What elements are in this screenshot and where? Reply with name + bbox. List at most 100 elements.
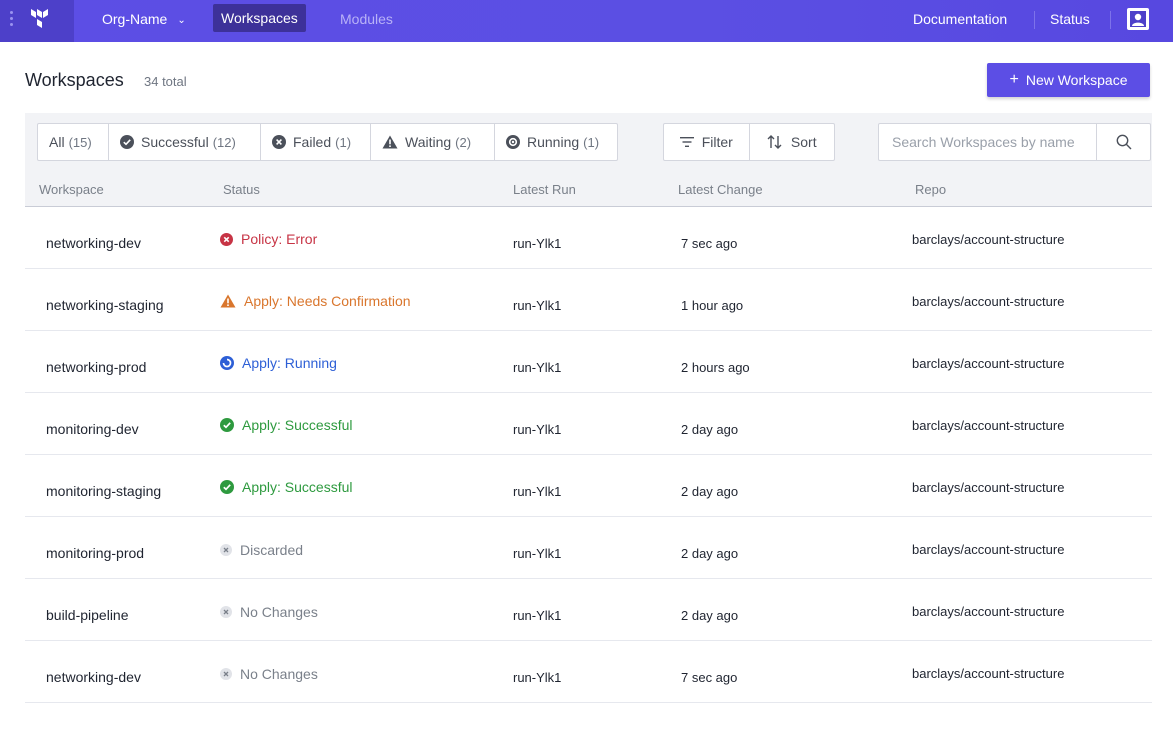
repo-link[interactable]: barclays/account-structure: [912, 356, 1064, 371]
nav-workspaces[interactable]: Workspaces: [213, 4, 306, 32]
app-switcher-icon[interactable]: [10, 11, 13, 29]
check-circle-icon: [220, 418, 234, 432]
logo-area[interactable]: [0, 0, 74, 42]
table-row[interactable]: monitoring-staging Apply: Successful run…: [25, 455, 1152, 517]
repo-link[interactable]: barclays/account-structure: [912, 666, 1064, 681]
workspace-name[interactable]: networking-staging: [46, 297, 164, 313]
status-label: Apply: Successful: [220, 417, 353, 433]
column-header-latest-change[interactable]: Latest Change: [678, 182, 763, 197]
nav-status[interactable]: Status: [1050, 0, 1090, 42]
top-nav: Org-Name ⌄ Workspaces Modules Documentati…: [0, 0, 1173, 42]
column-header-status[interactable]: Status: [223, 182, 260, 197]
latest-run-link[interactable]: run-Ylk1: [513, 236, 561, 251]
status-label: Discarded: [220, 542, 303, 558]
latest-change: 2 day ago: [681, 546, 739, 561]
nav-documentation[interactable]: Documentation: [913, 0, 1007, 42]
tab-running[interactable]: Running (1): [495, 124, 617, 160]
table-row[interactable]: monitoring-prod Discarded run-Ylk1 2 day…: [25, 517, 1152, 579]
workspace-name[interactable]: networking-dev: [46, 235, 141, 251]
status-text: Policy: Error: [241, 231, 318, 247]
status-text: Discarded: [240, 542, 304, 558]
table-row[interactable]: networking-prod Apply: Running run-Ylk1 …: [25, 331, 1152, 393]
latest-run-link[interactable]: run-Ylk1: [513, 608, 561, 623]
filter-button[interactable]: Filter: [664, 124, 749, 160]
column-header-workspace[interactable]: Workspace: [39, 182, 104, 197]
latest-change: 1 hour ago: [681, 298, 744, 313]
column-header-repo[interactable]: Repo: [915, 182, 946, 197]
latest-run-link[interactable]: run-Ylk1: [513, 484, 561, 499]
status-filter-tabs: All (15) Successful (12) Failed (1) Wait…: [37, 123, 618, 161]
search-button[interactable]: [1096, 124, 1150, 160]
workspace-search: [878, 123, 1151, 161]
new-workspace-button[interactable]: + New Workspace: [987, 63, 1150, 97]
workspace-name[interactable]: networking-prod: [46, 359, 146, 375]
search-input[interactable]: [879, 124, 1096, 160]
discarded-x-icon: [220, 544, 232, 556]
tab-label: Successful: [141, 134, 209, 150]
workspace-count: 34 total: [144, 74, 187, 89]
tab-failed[interactable]: Failed (1): [261, 124, 371, 160]
table-row[interactable]: networking-dev No Changes run-Ylk1 7 sec…: [25, 641, 1152, 703]
status-label: No Changes: [220, 666, 318, 682]
table-row[interactable]: networking-staging Apply: Needs Confirma…: [25, 269, 1152, 331]
repo-link[interactable]: barclays/account-structure: [912, 232, 1064, 247]
nav-divider: [1110, 11, 1111, 29]
latest-change: 2 day ago: [681, 608, 739, 623]
nav-modules[interactable]: Modules: [340, 0, 393, 42]
tab-count: (1): [335, 134, 352, 150]
latest-run-link[interactable]: run-Ylk1: [513, 298, 561, 313]
running-icon: [506, 135, 520, 149]
repo-link[interactable]: barclays/account-structure: [912, 480, 1064, 495]
tab-count: (12): [212, 134, 236, 150]
running-icon: [220, 356, 234, 370]
user-avatar-icon[interactable]: [1127, 8, 1149, 30]
status-text: No Changes: [240, 666, 318, 682]
latest-run-link[interactable]: run-Ylk1: [513, 546, 561, 561]
repo-link[interactable]: barclays/account-structure: [912, 418, 1064, 433]
sort-arrows-icon: [767, 135, 783, 149]
latest-run-link[interactable]: run-Ylk1: [513, 670, 561, 685]
repo-link[interactable]: barclays/account-structure: [912, 542, 1064, 557]
latest-change: 2 day ago: [681, 422, 739, 437]
warning-triangle-icon: [220, 294, 236, 308]
repo-link[interactable]: barclays/account-structure: [912, 294, 1064, 309]
table-row[interactable]: build-pipeline No Changes run-Ylk1 2 day…: [25, 579, 1152, 641]
tab-waiting[interactable]: Waiting (2): [371, 124, 495, 160]
plus-icon: +: [1009, 71, 1019, 88]
tab-label: All: [49, 134, 65, 150]
tab-count: (1): [583, 134, 600, 150]
org-name: Org-Name: [102, 11, 168, 27]
status-label: Apply: Running: [220, 355, 337, 371]
status-label: Apply: Needs Confirmation: [220, 293, 411, 309]
workspace-name[interactable]: monitoring-prod: [46, 545, 144, 561]
table-row[interactable]: networking-dev Policy: Error run-Ylk1 7 …: [25, 207, 1152, 269]
latest-run-link[interactable]: run-Ylk1: [513, 422, 561, 437]
workspace-name[interactable]: monitoring-dev: [46, 421, 139, 437]
workspace-name[interactable]: build-pipeline: [46, 607, 129, 623]
search-icon: [1116, 134, 1131, 150]
nav-divider: [1034, 11, 1035, 29]
latest-run-link[interactable]: run-Ylk1: [513, 360, 561, 375]
discarded-x-icon: [220, 668, 232, 680]
latest-change: 2 day ago: [681, 484, 739, 499]
filter-icon: [679, 136, 694, 148]
tab-successful[interactable]: Successful (12): [109, 124, 261, 160]
table-row[interactable]: monitoring-dev Apply: Successful run-Ylk…: [25, 393, 1152, 455]
status-text: Apply: Running: [242, 355, 337, 371]
workspace-name[interactable]: networking-dev: [46, 669, 141, 685]
sort-label: Sort: [790, 134, 817, 150]
column-header-latest-run[interactable]: Latest Run: [513, 182, 576, 197]
tab-label: Running: [527, 134, 580, 150]
status-label: Apply: Successful: [220, 479, 353, 495]
tab-count: (2): [455, 134, 472, 150]
filter-label: Filter: [701, 134, 733, 150]
new-workspace-label: New Workspace: [1025, 72, 1128, 88]
org-switcher[interactable]: Org-Name ⌄: [102, 0, 186, 42]
sort-button[interactable]: Sort: [748, 124, 835, 160]
workspace-name[interactable]: monitoring-staging: [46, 483, 161, 499]
tab-all[interactable]: All (15): [38, 124, 109, 160]
status-text: Apply: Needs Confirmation: [244, 293, 411, 309]
terraform-logo-icon: [31, 9, 48, 28]
latest-change: 7 sec ago: [681, 236, 738, 251]
repo-link[interactable]: barclays/account-structure: [912, 604, 1064, 619]
